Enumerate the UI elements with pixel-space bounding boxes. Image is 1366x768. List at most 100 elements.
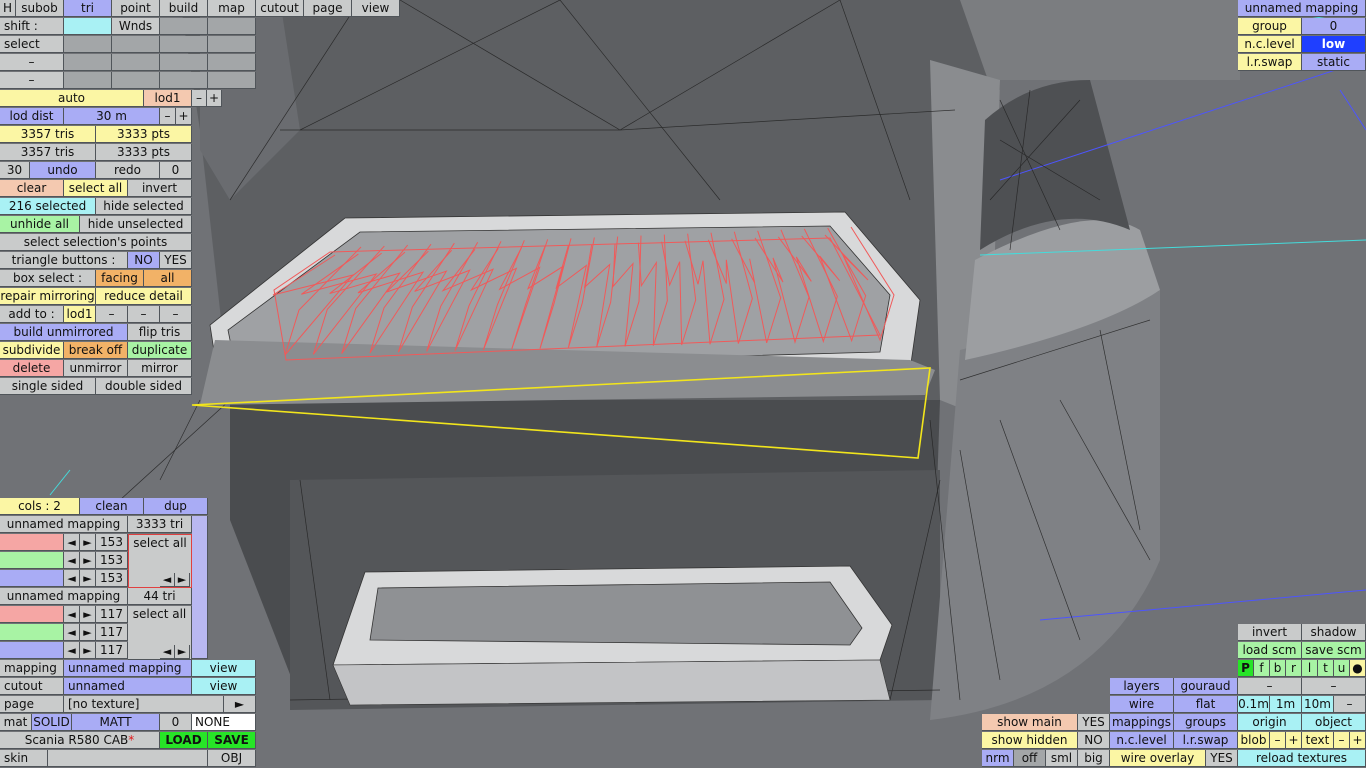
flip-tris-button[interactable]: flip tris <box>128 324 192 341</box>
load-scm-button[interactable]: load scm <box>1238 642 1302 659</box>
view-toggle-3[interactable]: r <box>1286 660 1302 677</box>
flat-button[interactable]: flat <box>1174 696 1238 713</box>
object-button[interactable]: object <box>1302 714 1366 731</box>
mapping-2-prev[interactable]: ◄ <box>160 645 175 659</box>
off-button[interactable]: off <box>1014 750 1046 767</box>
unnamed-mapping-header[interactable]: unnamed mapping <box>1238 0 1366 17</box>
view-tab[interactable]: view <box>352 0 400 17</box>
add-to-slot-2[interactable]: – <box>96 306 128 323</box>
matt-button[interactable]: MATT <box>72 714 160 731</box>
view-toggle-5[interactable]: t <box>1318 660 1334 677</box>
build-unmirrored-button[interactable]: build unmirrored <box>0 324 128 341</box>
skin-field[interactable] <box>48 750 208 767</box>
lod-dist-minus[interactable]: – <box>160 108 176 125</box>
build-tab[interactable]: build <box>160 0 208 17</box>
mappings-button[interactable]: mappings <box>1110 714 1174 731</box>
slot-b3[interactable] <box>160 72 208 89</box>
select-slot-4[interactable] <box>208 36 256 53</box>
shift-slot-3[interactable] <box>160 18 208 35</box>
map-tab[interactable]: map <box>208 0 256 17</box>
dash-button-1[interactable]: – <box>1238 678 1302 695</box>
lr-swap-button[interactable]: l.r.swap <box>1174 732 1238 749</box>
save-scm-button[interactable]: save scm <box>1302 642 1366 659</box>
sml-button[interactable]: sml <box>1046 750 1078 767</box>
mirror-button[interactable]: mirror <box>128 360 192 377</box>
h-button[interactable]: H <box>0 0 16 17</box>
mapping-2-name[interactable]: unnamed mapping <box>0 588 128 605</box>
view-toggle-2[interactable]: b <box>1270 660 1286 677</box>
mapping-2-blue-right[interactable]: ► <box>80 642 96 659</box>
mapping-1-green-right[interactable]: ► <box>80 552 96 569</box>
shadow-button[interactable]: shadow <box>1302 624 1366 641</box>
mapping-1-green-left[interactable]: ◄ <box>64 552 80 569</box>
hide-unselected-button[interactable]: hide unselected <box>80 216 192 233</box>
mapping-1-red-left[interactable]: ◄ <box>64 534 80 551</box>
text-plus[interactable]: + <box>1350 732 1366 749</box>
cutout-select[interactable]: unnamed <box>64 678 192 695</box>
mapping-1-red-right[interactable]: ► <box>80 534 96 551</box>
wire-button[interactable]: wire <box>1110 696 1174 713</box>
tri-tab[interactable]: tri <box>64 0 112 17</box>
mapping-1-prev[interactable]: ◄ <box>160 573 175 587</box>
box-select-all[interactable]: all <box>144 270 192 287</box>
slot-b2[interactable] <box>112 72 160 89</box>
page-tab[interactable]: page <box>304 0 352 17</box>
mapping-2-blue-left[interactable]: ◄ <box>64 642 80 659</box>
nc-level-button[interactable]: n.c.level <box>1110 732 1174 749</box>
undo-button[interactable]: undo <box>30 162 96 179</box>
mapping-view-button[interactable]: view <box>192 660 256 677</box>
mapping-2-green-left[interactable]: ◄ <box>64 624 80 641</box>
slot-a1[interactable] <box>64 54 112 71</box>
select-all-button[interactable]: select all <box>64 180 128 197</box>
cutout-tab[interactable]: cutout <box>256 0 304 17</box>
clean-button[interactable]: clean <box>80 498 144 515</box>
subdivide-button[interactable]: subdivide <box>0 342 64 359</box>
mat-none-field[interactable]: NONE <box>192 714 256 731</box>
mapping-1-blue-left[interactable]: ◄ <box>64 570 80 587</box>
mapping-2-next[interactable]: ► <box>175 645 190 659</box>
grid-minus-button[interactable]: – <box>1334 696 1366 713</box>
triangle-buttons-yes[interactable]: YES <box>160 252 192 269</box>
reduce-detail-button[interactable]: reduce detail <box>96 288 192 305</box>
lod-plus-button[interactable]: + <box>207 90 222 107</box>
mapping-2-blue-slider[interactable] <box>0 642 64 659</box>
select-slot-2[interactable] <box>112 36 160 53</box>
box-select-facing[interactable]: facing <box>96 270 144 287</box>
duplicate-button[interactable]: duplicate <box>128 342 192 359</box>
slot-a3[interactable] <box>160 54 208 71</box>
mapping-1-green-slider[interactable] <box>0 552 64 569</box>
unhide-all-button[interactable]: unhide all <box>0 216 80 233</box>
add-to-slot-4[interactable]: – <box>160 306 192 323</box>
mapping-1-name[interactable]: unnamed mapping <box>0 516 128 533</box>
load-button[interactable]: LOAD <box>160 732 208 749</box>
big-button[interactable]: big <box>1078 750 1110 767</box>
gouraud-button[interactable]: gouraud <box>1174 678 1238 695</box>
point-tab[interactable]: point <box>112 0 160 17</box>
nc-level-value[interactable]: low <box>1302 36 1366 53</box>
blob-minus[interactable]: – <box>1270 732 1286 749</box>
origin-button[interactable]: origin <box>1238 714 1302 731</box>
page-select[interactable]: [no texture] <box>64 696 224 713</box>
lr-swap-value[interactable]: static <box>1302 54 1366 71</box>
add-to-lod1[interactable]: lod1 <box>64 306 96 323</box>
show-hidden-no[interactable]: NO <box>1078 732 1110 749</box>
dash-button-2[interactable]: – <box>1302 678 1366 695</box>
slot-b4[interactable] <box>208 72 256 89</box>
nrm-button[interactable]: nrm <box>982 750 1014 767</box>
mapping-2-red-left[interactable]: ◄ <box>64 606 80 623</box>
clear-button[interactable]: clear <box>0 180 64 197</box>
add-to-slot-3[interactable]: – <box>128 306 160 323</box>
cols-button[interactable]: cols : 2 <box>0 498 80 515</box>
view-toggle-0[interactable]: P <box>1238 660 1254 677</box>
lod1-button[interactable]: lod1 <box>144 90 192 107</box>
reload-textures-button[interactable]: reload textures <box>1238 750 1366 767</box>
shift-slot-4[interactable] <box>208 18 256 35</box>
lod-dist-value[interactable]: 30 m <box>64 108 160 125</box>
wire-overlay-yes[interactable]: YES <box>1206 750 1238 767</box>
view-toggle-7[interactable]: ● <box>1350 660 1366 677</box>
grid-1m-button[interactable]: 1m <box>1270 696 1302 713</box>
blob-plus[interactable]: + <box>1286 732 1302 749</box>
cutout-view-button[interactable]: view <box>192 678 256 695</box>
slot-a4[interactable] <box>208 54 256 71</box>
auto-button[interactable]: auto <box>0 90 144 107</box>
